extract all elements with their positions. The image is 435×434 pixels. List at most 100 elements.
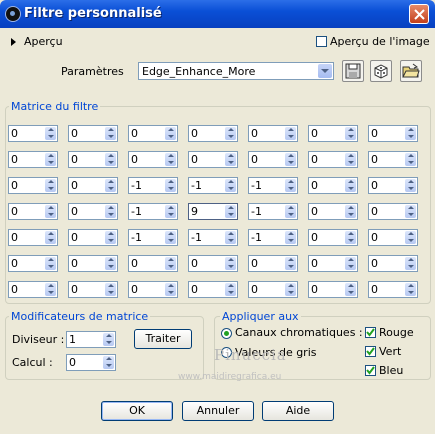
bias-stepper[interactable]: 0 (66, 354, 116, 371)
spin-arrows-icon[interactable] (45, 127, 56, 140)
channels-radio[interactable] (221, 328, 232, 339)
ok-button[interactable]: OK (101, 401, 173, 421)
matrix-cell-r2-c5[interactable]: 0 (248, 151, 298, 168)
spin-arrows-icon[interactable] (105, 127, 116, 140)
spin-arrows-icon[interactable] (45, 179, 56, 192)
spin-arrows-icon[interactable] (225, 205, 236, 218)
matrix-cell-r4-c3[interactable]: -1 (128, 203, 178, 220)
matrix-cell-r7-c6[interactable]: 0 (308, 281, 358, 298)
matrix-cell-r6-c6[interactable]: 0 (308, 255, 358, 272)
spin-arrows-icon[interactable] (105, 283, 116, 296)
spin-arrows-icon[interactable] (105, 153, 116, 166)
spin-arrows-icon[interactable] (165, 257, 176, 270)
expand-triangle-icon[interactable] (11, 38, 16, 46)
matrix-cell-r1-c1[interactable]: 0 (8, 125, 58, 142)
image-preview-checkbox[interactable] (316, 36, 327, 47)
spin-arrows-icon[interactable] (405, 179, 416, 192)
matrix-cell-r7-c2[interactable]: 0 (68, 281, 118, 298)
matrix-cell-r4-c6[interactable]: 0 (308, 203, 358, 220)
matrix-cell-r7-c1[interactable]: 0 (8, 281, 58, 298)
matrix-cell-r3-c1[interactable]: 0 (8, 177, 58, 194)
matrix-cell-r3-c2[interactable]: 0 (68, 177, 118, 194)
spin-arrows-icon[interactable] (285, 205, 296, 218)
matrix-cell-r1-c6[interactable]: 0 (308, 125, 358, 142)
spin-arrows-icon[interactable] (225, 283, 236, 296)
matrix-cell-r5-c4[interactable]: -1 (188, 229, 238, 246)
spin-arrows-icon[interactable] (45, 231, 56, 244)
spin-arrows-icon[interactable] (405, 283, 416, 296)
spin-arrows-icon[interactable] (405, 257, 416, 270)
matrix-cell-r5-c1[interactable]: 0 (8, 229, 58, 246)
matrix-cell-r2-c1[interactable]: 0 (8, 151, 58, 168)
load-preset-button[interactable] (400, 60, 422, 82)
spin-arrows-icon[interactable] (345, 257, 356, 270)
preview-toggle[interactable]: Aperçu (24, 35, 63, 48)
spin-arrows-icon[interactable] (225, 179, 236, 192)
matrix-cell-r2-c4[interactable]: 0 (188, 151, 238, 168)
matrix-cell-r6-c3[interactable]: 0 (128, 255, 178, 272)
red-checkbox[interactable] (365, 327, 376, 338)
reset-preset-button[interactable] (370, 60, 392, 82)
matrix-cell-r5-c6[interactable]: 0 (308, 229, 358, 246)
matrix-cell-r2-c2[interactable]: 0 (68, 151, 118, 168)
matrix-cell-r2-c6[interactable]: 0 (308, 151, 358, 168)
spin-arrows-icon[interactable] (345, 205, 356, 218)
chevron-down-icon[interactable] (318, 64, 332, 78)
matrix-cell-r6-c1[interactable]: 0 (8, 255, 58, 272)
spin-arrows-icon[interactable] (225, 231, 236, 244)
spin-arrows-icon[interactable] (105, 231, 116, 244)
spin-arrows-icon[interactable] (165, 153, 176, 166)
spin-arrows-icon[interactable] (345, 231, 356, 244)
matrix-cell-r2-c7[interactable]: 0 (368, 151, 418, 168)
params-dropdown[interactable]: Edge_Enhance_More (138, 62, 334, 80)
matrix-cell-r4-c1[interactable]: 0 (8, 203, 58, 220)
matrix-cell-r4-c4[interactable]: 9 (188, 203, 238, 220)
blue-checkbox[interactable] (365, 365, 376, 376)
spin-arrows-icon[interactable] (165, 205, 176, 218)
spin-arrows-icon[interactable] (225, 153, 236, 166)
spin-arrows-icon[interactable] (103, 333, 114, 346)
close-button[interactable] (409, 4, 429, 24)
spin-arrows-icon[interactable] (405, 205, 416, 218)
spin-arrows-icon[interactable] (105, 205, 116, 218)
spin-arrows-icon[interactable] (405, 127, 416, 140)
spin-arrows-icon[interactable] (345, 127, 356, 140)
matrix-cell-r5-c5[interactable]: -1 (248, 229, 298, 246)
divisor-stepper[interactable]: 1 (66, 331, 116, 348)
spin-arrows-icon[interactable] (285, 283, 296, 296)
green-checkbox[interactable] (365, 346, 376, 357)
matrix-cell-r6-c5[interactable]: 0 (248, 255, 298, 272)
process-button[interactable]: Traiter (134, 329, 192, 349)
matrix-cell-r3-c7[interactable]: 0 (368, 177, 418, 194)
matrix-cell-r4-c7[interactable]: 0 (368, 203, 418, 220)
spin-arrows-icon[interactable] (165, 127, 176, 140)
matrix-cell-r7-c3[interactable]: 0 (128, 281, 178, 298)
spin-arrows-icon[interactable] (103, 356, 114, 369)
spin-arrows-icon[interactable] (165, 231, 176, 244)
matrix-cell-r6-c2[interactable]: 0 (68, 255, 118, 272)
matrix-cell-r7-c5[interactable]: 0 (248, 281, 298, 298)
spin-arrows-icon[interactable] (165, 179, 176, 192)
spin-arrows-icon[interactable] (285, 127, 296, 140)
spin-arrows-icon[interactable] (345, 153, 356, 166)
spin-arrows-icon[interactable] (225, 127, 236, 140)
matrix-cell-r3-c6[interactable]: 0 (308, 177, 358, 194)
matrix-cell-r3-c5[interactable]: -1 (248, 177, 298, 194)
matrix-cell-r6-c4[interactable]: 0 (188, 255, 238, 272)
spin-arrows-icon[interactable] (225, 257, 236, 270)
matrix-cell-r5-c7[interactable]: 0 (368, 229, 418, 246)
spin-arrows-icon[interactable] (285, 179, 296, 192)
matrix-cell-r7-c7[interactable]: 0 (368, 281, 418, 298)
spin-arrows-icon[interactable] (345, 179, 356, 192)
matrix-cell-r6-c7[interactable]: 0 (368, 255, 418, 272)
matrix-cell-r7-c4[interactable]: 0 (188, 281, 238, 298)
matrix-cell-r1-c4[interactable]: 0 (188, 125, 238, 142)
matrix-cell-r3-c3[interactable]: -1 (128, 177, 178, 194)
matrix-cell-r2-c3[interactable]: 0 (128, 151, 178, 168)
matrix-cell-r1-c2[interactable]: 0 (68, 125, 118, 142)
matrix-cell-r4-c2[interactable]: 0 (68, 203, 118, 220)
matrix-cell-r4-c5[interactable]: -1 (248, 203, 298, 220)
spin-arrows-icon[interactable] (45, 257, 56, 270)
spin-arrows-icon[interactable] (285, 231, 296, 244)
spin-arrows-icon[interactable] (405, 231, 416, 244)
